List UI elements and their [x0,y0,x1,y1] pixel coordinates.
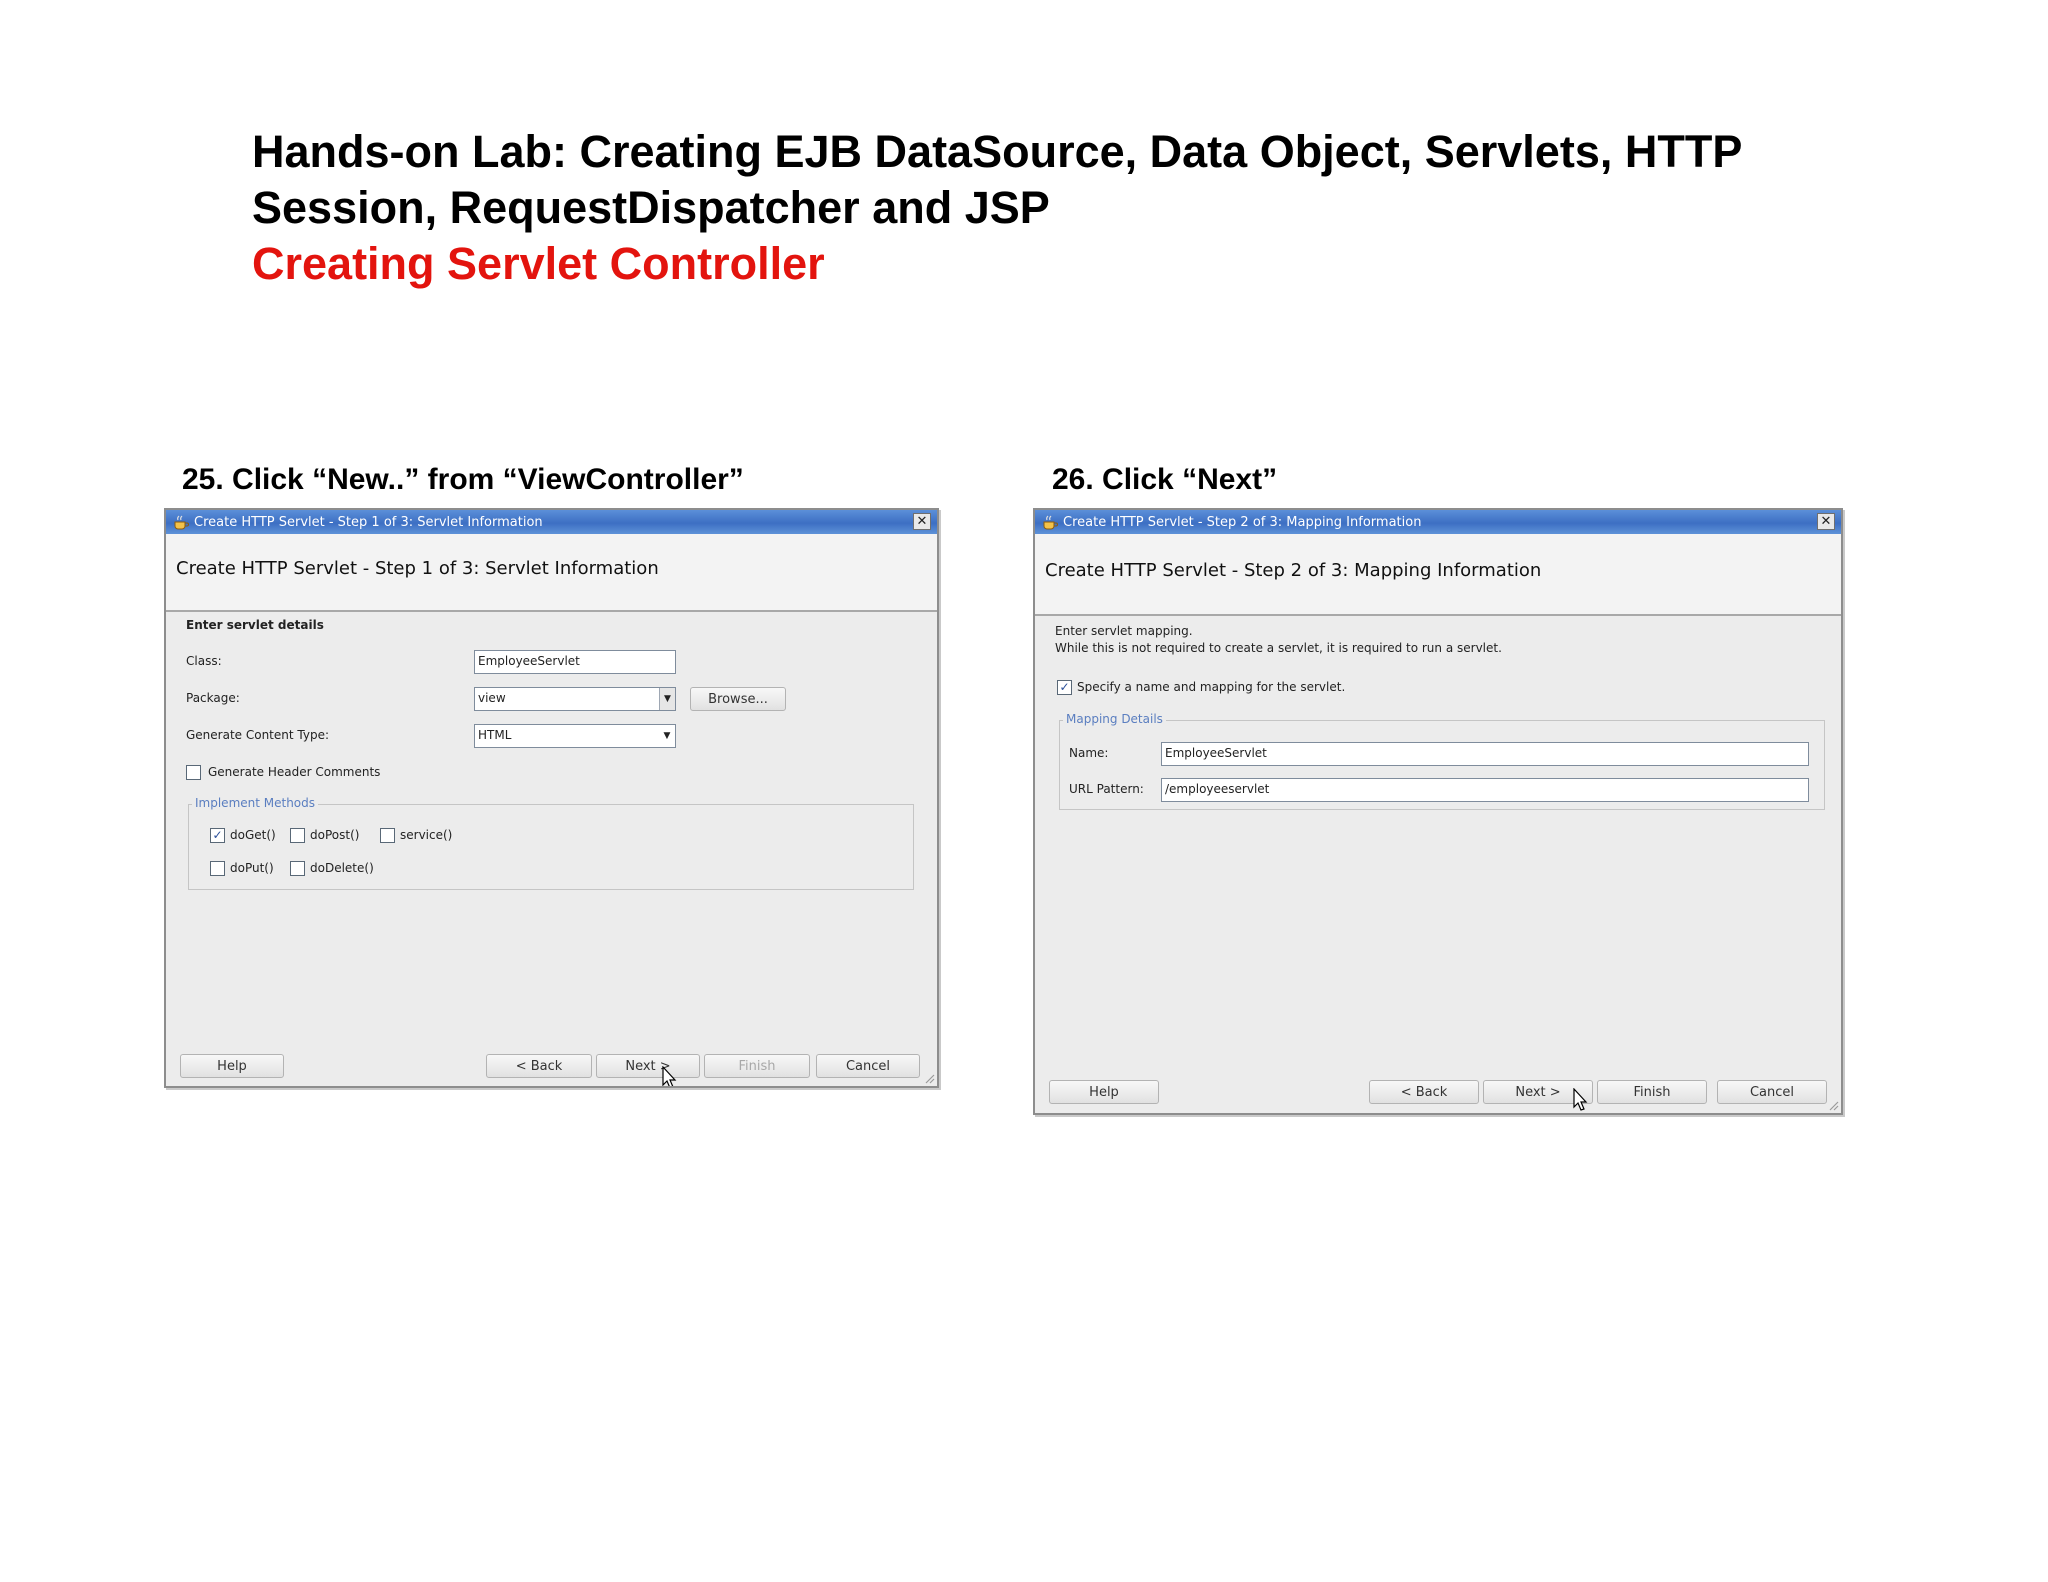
back-button[interactable]: < Back [1369,1080,1479,1104]
url-pattern-label: URL Pattern: [1069,782,1144,796]
package-value: view [478,691,506,705]
url-pattern-field[interactable]: /employeeservlet [1161,778,1809,802]
dodelete-checkbox[interactable] [290,861,305,876]
resize-grip-icon[interactable] [1827,1099,1839,1111]
dialog-header: Create HTTP Servlet - Step 2 of 3: Mappi… [1035,534,1841,616]
package-combo[interactable]: view ▼ [474,687,676,711]
page-subtitle: Creating Servlet Controller [252,238,825,289]
back-button[interactable]: < Back [486,1054,592,1078]
header-comments-checkbox[interactable] [186,765,201,780]
service-checkbox[interactable] [380,828,395,843]
cancel-button[interactable]: Cancel [1717,1080,1827,1104]
content-type-combo[interactable]: HTML ▼ [474,724,676,748]
close-icon[interactable]: ✕ [1817,513,1835,530]
dialog-header-text: Create HTTP Servlet - Step 2 of 3: Mappi… [1045,560,1542,581]
implement-methods-group [188,804,914,890]
mouse-cursor-icon [1573,1088,1588,1111]
page-title-line-1: Hands-on Lab: Creating EJB DataSource, D… [252,126,1743,177]
close-icon[interactable]: ✕ [913,513,931,530]
finish-button[interactable]: Finish [704,1054,810,1078]
chevron-down-icon[interactable]: ▼ [659,688,675,710]
mouse-cursor-icon [662,1066,677,1086]
create-servlet-dialog-step2: Create HTTP Servlet - Step 2 of 3: Mappi… [1033,508,1843,1115]
dialog-titlebar-text: Create HTTP Servlet - Step 2 of 3: Mappi… [1063,514,1422,530]
help-button[interactable]: Help [180,1054,284,1078]
dialog-titlebar-text: Create HTTP Servlet - Step 1 of 3: Servl… [194,514,543,530]
name-field[interactable]: EmployeeServlet [1161,742,1809,766]
java-cup-icon [172,513,190,531]
resize-grip-icon[interactable] [923,1072,935,1084]
browse-button[interactable]: Browse... [690,687,786,711]
dodelete-label: doDelete() [310,861,374,875]
header-comments-label: Generate Header Comments [208,765,381,779]
doput-checkbox[interactable] [210,861,225,876]
implement-methods-legend: Implement Methods [192,796,319,810]
page-title-line-2: Session, RequestDispatcher and JSP [252,182,1050,233]
cancel-button[interactable]: Cancel [816,1054,920,1078]
specify-mapping-label: Specify a name and mapping for the servl… [1077,680,1346,694]
dialog-header: Create HTTP Servlet - Step 1 of 3: Servl… [166,534,937,612]
servlet-details-intro: Enter servlet details [186,618,324,632]
mapping-intro-line-2: While this is not required to create a s… [1055,641,1502,655]
doget-label: doGet() [230,828,276,842]
content-type-label: Generate Content Type: [186,728,330,742]
service-label: service() [400,828,453,842]
chevron-down-icon[interactable]: ▼ [659,725,675,747]
step-25-caption: 25. Click “New..” from “ViewController” [182,463,744,496]
java-cup-icon [1041,513,1059,531]
lab-title-block: Hands-on Lab: Creating EJB DataSource, D… [252,124,1892,292]
content-type-value: HTML [478,728,512,742]
specify-mapping-checkbox[interactable]: ✓ [1057,680,1072,695]
create-servlet-dialog-step1: Create HTTP Servlet - Step 1 of 3: Servl… [164,508,939,1088]
class-label: Class: [186,654,222,668]
doget-checkbox[interactable]: ✓ [210,828,225,843]
doput-label: doPut() [230,861,274,875]
class-field[interactable]: EmployeeServlet [474,650,676,674]
dialog-titlebar[interactable]: Create HTTP Servlet - Step 1 of 3: Servl… [166,510,937,534]
step-26-caption: 26. Click “Next” [1052,463,1278,496]
mapping-details-legend: Mapping Details [1063,712,1166,726]
dialog-header-text: Create HTTP Servlet - Step 1 of 3: Servl… [176,558,659,579]
dialog-titlebar[interactable]: Create HTTP Servlet - Step 2 of 3: Mappi… [1035,510,1841,534]
dopost-checkbox[interactable] [290,828,305,843]
package-label: Package: [186,691,240,705]
next-button[interactable]: Next > [596,1054,700,1078]
name-label: Name: [1069,746,1109,760]
help-button[interactable]: Help [1049,1080,1159,1104]
finish-button[interactable]: Finish [1597,1080,1707,1104]
mapping-intro-line-1: Enter servlet mapping. [1055,624,1193,638]
dopost-label: doPost() [310,828,360,842]
